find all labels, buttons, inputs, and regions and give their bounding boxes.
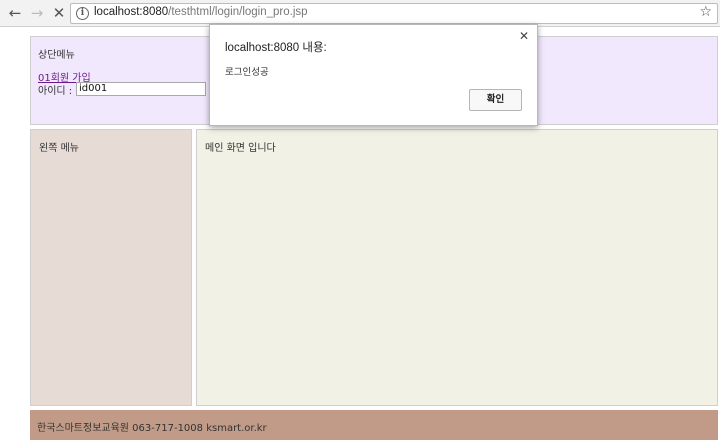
browser-toolbar: ← → ✕ i localhost:8080/testhtml/login/lo… (0, 0, 720, 27)
footer-text: 한국스마트정보교육원 063-717-1008 ksmart.or.kr (37, 423, 267, 434)
alert-dialog: localhost:8080 내용: ✕ 로그인성공 확인 (209, 24, 538, 126)
url-host: localhost:8080 (94, 6, 169, 18)
back-arrow-icon[interactable]: ← (6, 4, 24, 22)
url-path: /testhtml/login/login_pro.jsp (168, 6, 308, 18)
ok-button[interactable]: 확인 (469, 89, 522, 111)
footer: 한국스마트정보교육원 063-717-1008 ksmart.or.kr (30, 410, 718, 440)
main-panel: 메인 화면 입니다 (196, 129, 718, 406)
left-menu-title: 왼쪽 메뉴 (39, 143, 79, 154)
url-text: localhost:8080/testhtml/login/login_pro.… (94, 6, 308, 18)
info-icon[interactable]: i (76, 7, 89, 20)
stop-icon[interactable]: ✕ (50, 4, 68, 22)
forward-arrow-icon[interactable]: → (28, 4, 46, 22)
left-menu-panel: 왼쪽 메뉴 (30, 129, 192, 406)
id-input[interactable]: id001 (76, 82, 206, 96)
main-text: 메인 화면 입니다 (205, 143, 276, 154)
close-icon[interactable]: ✕ (519, 29, 529, 43)
star-icon[interactable]: ☆ (699, 4, 712, 20)
address-bar[interactable]: i localhost:8080/testhtml/login/login_pr… (70, 3, 718, 24)
dialog-title: localhost:8080 내용: (225, 42, 327, 54)
top-menu-title: 상단메뉴 (38, 50, 75, 61)
dialog-message: 로그인성공 (225, 67, 269, 78)
id-label: 아이디 : (38, 86, 73, 97)
